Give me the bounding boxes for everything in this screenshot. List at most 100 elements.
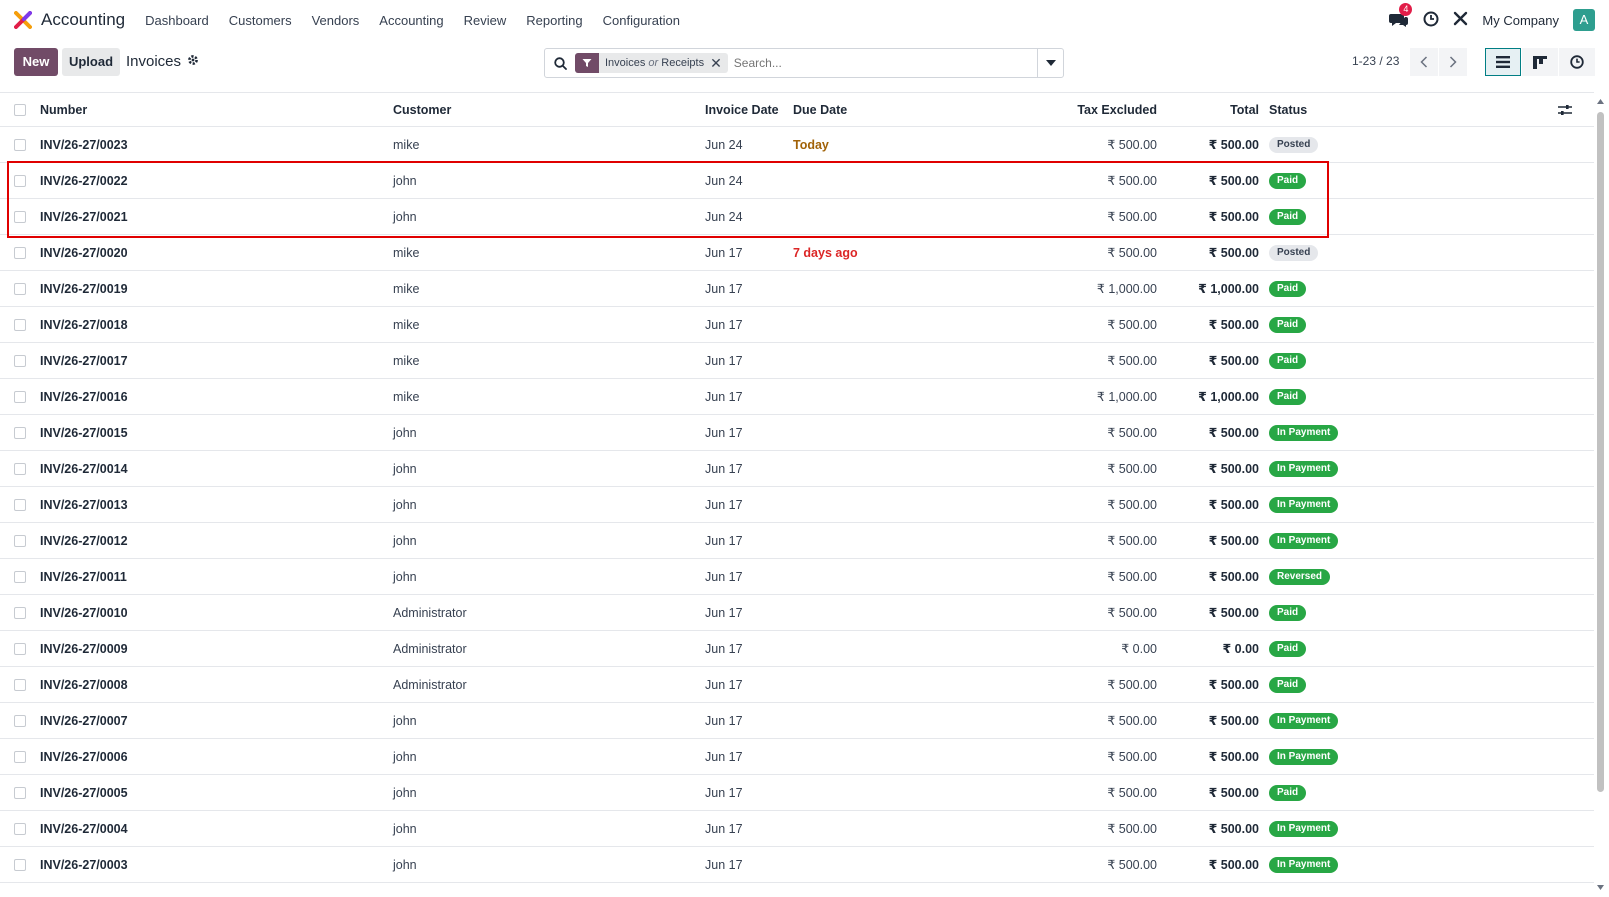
row-checkbox[interactable] [14, 379, 26, 414]
table-row[interactable]: INV/26-27/0012 john Jun 17 ₹ 500.00 ₹ 500.00… [0, 523, 1594, 559]
menu-accounting[interactable]: Accounting [379, 13, 443, 28]
table-row[interactable]: INV/26-27/0009 Administrator Jun 17 ₹ 0.00 ₹… [0, 631, 1594, 667]
row-checkbox[interactable] [14, 703, 26, 738]
app-name[interactable]: Accounting [41, 10, 125, 30]
column-due-date[interactable]: Due Date [793, 93, 847, 126]
menu-vendors[interactable]: Vendors [312, 13, 360, 28]
chevron-left-icon[interactable] [1410, 48, 1438, 76]
company-switcher[interactable]: My Company [1482, 13, 1559, 28]
app-logo-icon[interactable] [14, 11, 32, 29]
close-icon[interactable]: ✕ [710, 55, 728, 72]
invoice-date: Jun 17 [705, 749, 743, 764]
row-checkbox[interactable] [14, 739, 26, 774]
table-row[interactable]: INV/26-27/0013 john Jun 17 ₹ 500.00 ₹ 500.00… [0, 487, 1594, 523]
gear-icon[interactable] [187, 53, 199, 70]
row-checkbox[interactable] [14, 631, 26, 666]
row-checkbox[interactable] [14, 487, 26, 522]
search-facet[interactable]: Invoices or Receipts ✕ [575, 53, 728, 73]
menu-review[interactable]: Review [464, 13, 507, 28]
status-cell: In Payment [1269, 703, 1339, 738]
table-row[interactable]: INV/26-27/0014 john Jun 17 ₹ 500.00 ₹ 500.00… [0, 451, 1594, 487]
due-date: 7 days ago [793, 245, 858, 260]
table-row[interactable]: INV/26-27/0004 john Jun 17 ₹ 500.00 ₹ 500.00… [0, 811, 1594, 847]
row-checkbox[interactable] [14, 415, 26, 450]
row-checkbox[interactable] [14, 775, 26, 810]
invoice-date: Jun 17 [705, 389, 743, 404]
table-row[interactable]: INV/26-27/0023 mike Jun 24 Today ₹ 500.00 ₹ 5… [0, 127, 1594, 163]
menu-configuration[interactable]: Configuration [603, 13, 680, 28]
table-row[interactable]: INV/26-27/0007 john Jun 17 ₹ 500.00 ₹ 500.00… [0, 703, 1594, 739]
search-input[interactable] [733, 56, 1037, 70]
column-invoice-date[interactable]: Invoice Date [705, 93, 779, 126]
user-avatar[interactable]: A [1573, 9, 1595, 31]
table-row[interactable]: INV/26-27/0019 mike Jun 17 ₹ 1,000.00 ₹ 1,00… [0, 271, 1594, 307]
table-row[interactable]: INV/26-27/0006 john Jun 17 ₹ 500.00 ₹ 500.00… [0, 739, 1594, 775]
table-row[interactable]: INV/26-27/0005 john Jun 17 ₹ 500.00 ₹ 500.00… [0, 775, 1594, 811]
row-checkbox[interactable] [14, 847, 26, 882]
row-checkbox[interactable] [14, 523, 26, 558]
invoice-customer: john [393, 821, 417, 836]
total-amount: ₹ 500.00 [1208, 138, 1259, 152]
clock-icon[interactable] [1423, 11, 1439, 30]
row-checkbox[interactable] [14, 271, 26, 306]
search-icon[interactable] [545, 49, 575, 77]
row-checkbox[interactable] [14, 451, 26, 486]
invoice-number: INV/26-27/0014 [40, 461, 128, 476]
status-badge: In Payment [1269, 424, 1339, 441]
column-number[interactable]: Number [40, 93, 87, 126]
row-checkbox[interactable] [14, 163, 26, 198]
row-checkbox[interactable] [14, 307, 26, 342]
table-row[interactable]: INV/26-27/0021 john Jun 24 ₹ 500.00 ₹ 500.00… [0, 199, 1594, 235]
status-cell: In Payment [1269, 811, 1339, 846]
upload-button[interactable]: Upload [62, 48, 120, 76]
list-view-icon[interactable] [1485, 48, 1521, 76]
row-checkbox[interactable] [14, 343, 26, 378]
caret-down-icon[interactable] [1037, 49, 1063, 77]
tax-excluded-amount: ₹ 500.00 [1107, 210, 1157, 224]
row-checkbox[interactable] [14, 127, 26, 162]
pager-value[interactable]: 1-23 / 23 [1352, 54, 1399, 68]
invoice-date: Jun 17 [705, 677, 743, 692]
invoice-number: INV/26-27/0003 [40, 857, 128, 872]
table-row[interactable]: INV/26-27/0015 john Jun 17 ₹ 500.00 ₹ 500.00… [0, 415, 1594, 451]
invoice-date: Jun 24 [705, 173, 743, 188]
tax-excluded-amount: ₹ 500.00 [1107, 426, 1157, 440]
menu-reporting[interactable]: Reporting [526, 13, 582, 28]
chat-icon[interactable]: 4 [1389, 3, 1413, 29]
table-row[interactable]: INV/26-27/0008 Administrator Jun 17 ₹ 500.0… [0, 667, 1594, 703]
table-row[interactable]: INV/26-27/0020 mike Jun 17 7 days ago ₹ 500.… [0, 235, 1594, 271]
table-row[interactable]: INV/26-27/0017 mike Jun 17 ₹ 500.00 ₹ 500.00… [0, 343, 1594, 379]
activity-view-icon[interactable] [1559, 48, 1595, 76]
invoice-number: INV/26-27/0017 [40, 353, 128, 368]
column-customer[interactable]: Customer [393, 93, 451, 126]
table-row[interactable]: INV/26-27/0010 Administrator Jun 17 ₹ 500.0… [0, 595, 1594, 631]
table-row[interactable]: INV/26-27/0022 john Jun 24 ₹ 500.00 ₹ 500.00… [0, 163, 1594, 199]
column-status[interactable]: Status [1269, 93, 1307, 126]
invoice-number: INV/26-27/0011 [40, 569, 127, 584]
scrollbar-thumb[interactable] [1597, 112, 1604, 792]
tools-icon[interactable] [1453, 11, 1468, 29]
total-amount: ₹ 500.00 [1208, 858, 1259, 872]
tax-excluded-amount: ₹ 0.00 [1121, 642, 1157, 656]
menu-dashboard[interactable]: Dashboard [145, 13, 209, 28]
row-checkbox[interactable] [14, 559, 26, 594]
row-checkbox[interactable] [14, 811, 26, 846]
table-row[interactable]: INV/26-27/0016 mike Jun 17 ₹ 1,000.00 ₹ 1,00… [0, 379, 1594, 415]
table-row[interactable]: INV/26-27/0003 john Jun 17 ₹ 500.00 ₹ 500.00… [0, 847, 1594, 883]
optional-columns-icon[interactable] [1558, 93, 1572, 126]
invoice-number: INV/26-27/0008 [40, 677, 128, 692]
row-checkbox[interactable] [14, 199, 26, 234]
select-all-checkbox[interactable] [14, 93, 26, 126]
row-checkbox[interactable] [14, 667, 26, 702]
chevron-right-icon[interactable] [1439, 48, 1467, 76]
table-row[interactable]: INV/26-27/0011 john Jun 17 ₹ 500.00 ₹ 500.00… [0, 559, 1594, 595]
row-checkbox[interactable] [14, 595, 26, 630]
table-row[interactable]: INV/26-27/0018 mike Jun 17 ₹ 500.00 ₹ 500.00… [0, 307, 1594, 343]
vertical-scrollbar[interactable] [1596, 96, 1605, 893]
column-tax-excluded[interactable]: Tax Excluded [1077, 93, 1157, 126]
menu-customers[interactable]: Customers [229, 13, 292, 28]
column-total[interactable]: Total [1230, 93, 1259, 126]
row-checkbox[interactable] [14, 235, 26, 270]
new-button[interactable]: New [14, 48, 58, 76]
kanban-view-icon[interactable] [1522, 48, 1558, 76]
